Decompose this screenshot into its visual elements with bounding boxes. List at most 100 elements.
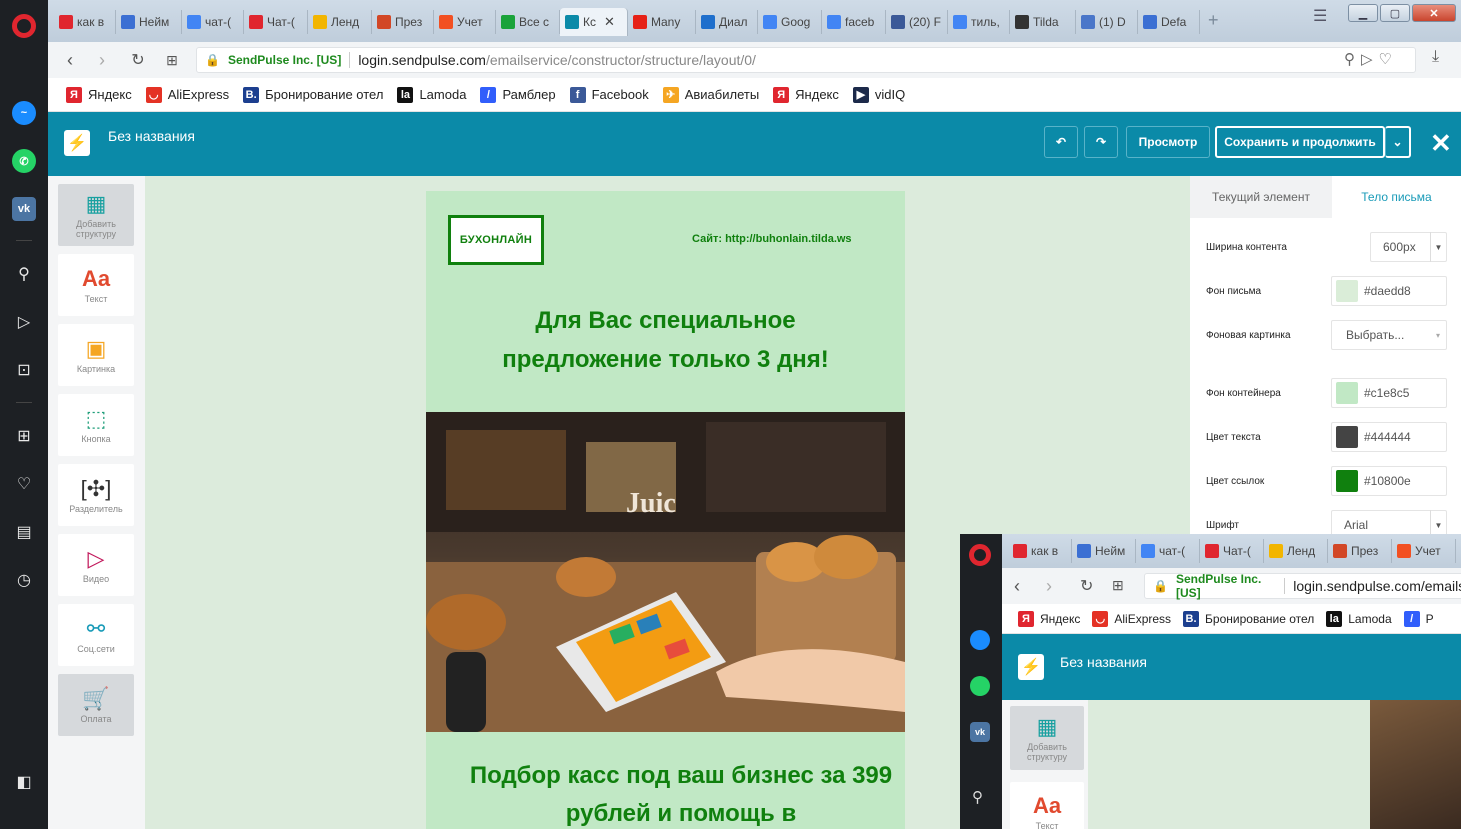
save-continue-button[interactable]: Сохранить и продолжить [1215, 126, 1385, 158]
new-tab-icon[interactable]: + [1208, 10, 1219, 31]
tool-video[interactable]: ▷ Видео [58, 534, 134, 596]
back-icon[interactable]: ‹ [1014, 576, 1020, 597]
overlay-tab[interactable]: Нейм [1072, 539, 1136, 563]
tool-structure[interactable]: ▦ Добавить структуру [58, 184, 134, 246]
tab-translate[interactable]: Goog [758, 10, 822, 34]
address-bar[interactable]: 🔒 SendPulse Inc. [US] login.sendpulse.co… [196, 47, 1416, 73]
save-dropdown-icon[interactable]: ⌄ [1385, 126, 1411, 158]
preview-button[interactable]: Просмотр [1126, 126, 1210, 158]
color-swatch[interactable] [1336, 382, 1358, 404]
overlay-tab[interactable]: Ленд [1264, 539, 1328, 563]
bookmark-lamoda[interactable]: la Lamoda [397, 86, 466, 103]
search-icon[interactable]: ⚲ [972, 788, 983, 806]
tab-current-element[interactable]: Текущий элемент [1190, 176, 1332, 218]
tab-yandex[interactable]: как в [54, 10, 116, 34]
color-field[interactable]: #10800e [1331, 466, 1447, 496]
heart-icon[interactable]: ♡ [1379, 51, 1398, 68]
tab-flower[interactable]: Defa [1138, 10, 1200, 34]
speed-dial-icon[interactable]: ⊞ [1112, 577, 1124, 594]
download-icon[interactable]: ⤓ [1432, 48, 1439, 66]
forward-icon[interactable]: › [92, 50, 112, 70]
opera-logo-icon[interactable] [12, 14, 36, 38]
tab-facebook[interactable]: (20) F [886, 10, 948, 34]
chevron-down-icon[interactable]: ▾ [1430, 320, 1446, 350]
tab-youtube[interactable]: Many [628, 10, 696, 34]
tab-sendpulse[interactable]: Кс ✕ [560, 8, 628, 36]
tab-square[interactable]: Все с [496, 10, 560, 34]
bookmark-rambler[interactable]: / Рамблер [480, 86, 556, 103]
campaign-title[interactable]: Без названия [108, 128, 195, 144]
minimize-icon[interactable]: ▁ [1348, 4, 1378, 22]
news-icon[interactable]: ▤ [12, 520, 36, 544]
bookmark[interactable]: ◡ AliExpress [1092, 610, 1171, 627]
bookmark-aliexpress[interactable]: ◡ AliExpress [145, 86, 229, 103]
address-bar[interactable]: 🔒 SendPulse Inc. [US] login.sendpulse.co… [1144, 572, 1461, 600]
overlay-tab[interactable]: чат-( [1136, 539, 1200, 563]
tool-text[interactable]: Aa Текст [1010, 782, 1084, 829]
back-icon[interactable]: ‹ [60, 50, 80, 70]
tool-text[interactable]: Aa Текст [58, 254, 134, 316]
send-icon[interactable]: ▷ [12, 310, 36, 334]
messenger-icon[interactable]: ~ [12, 101, 36, 125]
search-icon[interactable]: ⚲ [1344, 51, 1361, 68]
bookmark[interactable]: / Р [1403, 610, 1434, 627]
tool-share[interactable]: ⚯ Соц.сети [58, 604, 134, 666]
tool-button[interactable]: ⬚ Кнопка [58, 394, 134, 456]
tool-cart[interactable]: 🛒 Оплата [58, 674, 134, 736]
close-editor-button[interactable]: ✕ [1430, 128, 1452, 159]
bookmark[interactable]: la Lamoda [1326, 610, 1392, 627]
tab-google[interactable]: faceb [822, 10, 886, 34]
tab-chat[interactable]: Диал [696, 10, 758, 34]
tab-grid[interactable]: Учет [434, 10, 496, 34]
headline-text[interactable]: Для Вас специальное предложение только 3… [456, 301, 875, 379]
camera-icon[interactable]: ⊡ [12, 358, 36, 382]
tab-opera[interactable]: Чат-( [244, 10, 308, 34]
close-tab-icon[interactable]: ✕ [604, 14, 615, 30]
send-icon[interactable]: ▷ [1361, 51, 1379, 68]
vk-icon[interactable]: vk [12, 197, 36, 221]
tool-image[interactable]: ▣ Картинка [58, 324, 134, 386]
email-container[interactable]: БУХОНЛАЙН Сайт: http://buhonlain.tilda.w… [426, 191, 905, 829]
tab-menu-icon[interactable]: ☰ [1313, 6, 1327, 26]
tab-tilda[interactable]: Tilda [1010, 10, 1076, 34]
sendpulse-logo-icon[interactable]: ⚡ [1018, 654, 1044, 680]
bookmark-plane[interactable]: ✈ Авиабилеты [662, 86, 759, 103]
reload-icon[interactable]: ↻ [128, 50, 148, 70]
tool-divider[interactable]: [✣] Разделитель [58, 464, 134, 526]
history-icon[interactable]: ◷ [12, 568, 36, 592]
color-field[interactable]: #c1e8c5 [1331, 378, 1447, 408]
chevron-down-icon[interactable]: ▼ [1430, 232, 1446, 262]
forward-icon[interactable]: › [1046, 576, 1052, 597]
sidebar-toggle-icon[interactable]: ◧ [12, 770, 36, 794]
whatsapp-icon[interactable] [970, 676, 990, 696]
undo-button[interactable]: ↶ [1044, 126, 1078, 158]
tab-google[interactable]: тиль, [948, 10, 1010, 34]
heart-icon[interactable]: ♡ [12, 472, 36, 496]
whatsapp-icon[interactable]: ✆ [12, 149, 36, 173]
bookmark[interactable]: B. Бронирование отел [1183, 610, 1314, 627]
overlay-tab[interactable]: Чат-( [1200, 539, 1264, 563]
bookmark-booking[interactable]: B. Бронирование отел [243, 86, 383, 103]
tab-email-body[interactable]: Тело письма [1332, 176, 1461, 218]
color-swatch[interactable] [1336, 470, 1358, 492]
background-image-select-button[interactable]: Выбрать... ▾ [1331, 320, 1447, 350]
bookmark[interactable]: Я Яндекс [1018, 610, 1080, 627]
tab-mail[interactable]: Нейм [116, 10, 182, 34]
color-swatch[interactable] [1336, 426, 1358, 448]
subline-text[interactable]: Подбор касс под ваш бизнес за 399 рублей… [446, 757, 905, 829]
bookmark-facebook[interactable]: f Facebook [569, 86, 649, 103]
overlay-tab[interactable]: През [1328, 539, 1392, 563]
maximize-icon[interactable]: ▢ [1380, 4, 1410, 22]
speed-dial-icon[interactable]: ⊞ [162, 50, 182, 70]
tab-presentation[interactable]: През [372, 10, 434, 34]
opera-logo-icon[interactable] [969, 544, 991, 566]
sendpulse-logo-icon[interactable]: ⚡ [64, 130, 90, 156]
site-link-text[interactable]: Сайт: http://buhonlain.tilda.ws [692, 233, 852, 245]
window-close-icon[interactable]: ✕ [1412, 4, 1456, 22]
vk-icon[interactable]: vk [970, 722, 990, 742]
redo-button[interactable]: ↷ [1084, 126, 1118, 158]
select-field[interactable]: 600px ▼ [1370, 232, 1447, 262]
messenger-icon[interactable] [970, 630, 990, 650]
bookmark-vidiq[interactable]: ▶ vidIQ [852, 86, 905, 103]
bookmark-yandex[interactable]: Я Яндекс [66, 86, 132, 103]
